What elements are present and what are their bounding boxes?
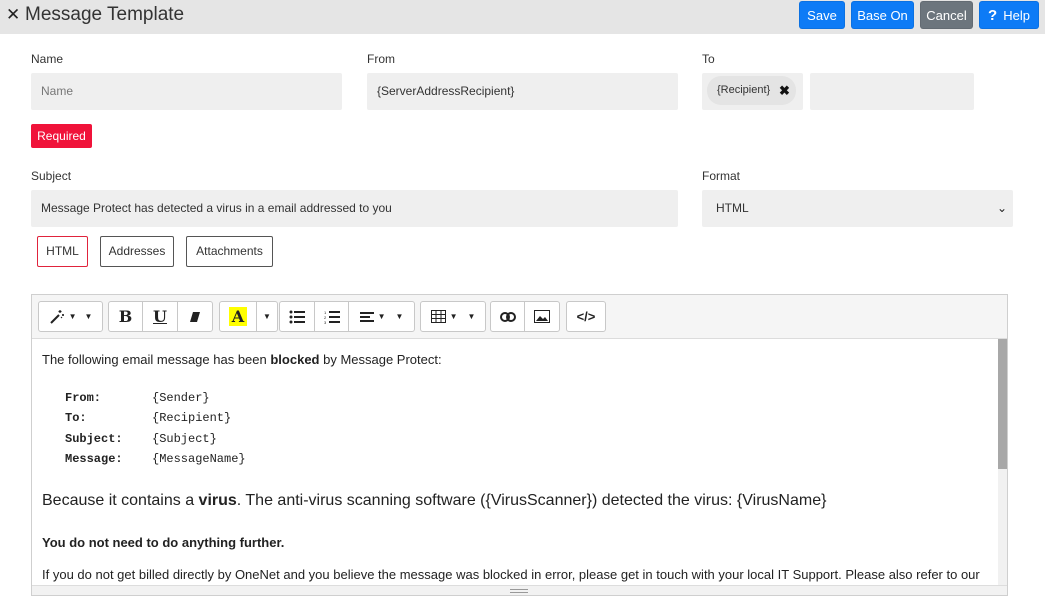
header-bar: ✕ Message Template Save Base On Cancel ?… [0,0,1045,34]
field-key: From: [65,391,102,405]
caret-down-icon: ▼ [84,312,93,321]
field-row-message: Message: {MessageName} [65,452,246,466]
code-view-icon: </> [576,309,596,324]
format-select-value: HTML [716,201,749,215]
font-color-icon: A [228,307,248,326]
caret-down-icon: ▼ [68,312,77,321]
virus-text-end: . The anti-virus scanning software ({Vir… [236,492,827,509]
help-label: Help [1003,8,1030,23]
intro-bold: blocked [270,352,320,367]
bold-icon: B [118,307,133,326]
field-key: Subject: [65,432,123,446]
image-icon [534,310,550,323]
field-row-from: From: {Sender} [65,391,210,405]
caret-down-icon: ▼ [377,312,386,321]
editor-resize-handle[interactable] [32,585,1007,595]
help-button[interactable]: ? Help [979,1,1039,29]
recipient-chip-label: {Recipient} [717,84,771,96]
link-icon [499,311,516,322]
align-button[interactable]: ▼ ▼ [349,302,414,331]
ordered-list-icon: 123 [324,310,340,324]
recipient-chip: {Recipient} ✖ [707,76,796,105]
help-icon: ? [988,7,998,24]
no-action-line: You do not need to do anything further. [42,535,285,550]
caret-down-icon: ▼ [395,312,404,321]
list-group: 123 ▼ ▼ [279,301,415,332]
style-group: ▼ ▼ [38,301,103,332]
virus-bold: virus [198,492,237,509]
table-group: ▼ ▼ [420,301,486,332]
scrollbar-thumb[interactable] [998,339,1007,469]
field-value: {Recipient} [152,411,232,425]
format-group: B U [108,301,213,332]
caret-down-icon: ▼ [467,312,476,321]
save-button[interactable]: Save [799,1,845,29]
intro-text-end: by Message Protect: [319,352,442,367]
field-value: {MessageName} [152,452,246,466]
magic-wand-button[interactable]: ▼ ▼ [39,302,102,331]
caret-down-icon: ▼ [263,312,271,321]
editor-content[interactable]: The following email message has been blo… [32,339,998,585]
cancel-button[interactable]: Cancel [920,1,973,29]
resize-grip-icon [510,589,528,593]
close-icon[interactable]: ✕ [6,6,20,24]
font-color-dropdown[interactable]: ▼ [257,302,277,331]
unordered-list-icon [289,310,305,323]
field-value: {Sender} [152,391,210,405]
unordered-list-button[interactable] [280,302,315,331]
field-key: To: [65,411,87,425]
underline-icon: U [153,307,167,326]
support-line: If you do not get billed directly by One… [42,567,980,582]
link-button[interactable] [491,302,525,331]
to-input[interactable] [810,73,974,110]
from-field[interactable]: {ServerAddressRecipient} [367,73,678,110]
color-group: A ▼ [219,301,278,332]
field-key: Message: [65,452,123,466]
insert-group [490,301,560,332]
ordered-list-button[interactable]: 123 [315,302,349,331]
image-button[interactable] [525,302,559,331]
required-badge: Required [31,124,92,148]
intro-text: The following email message has been [42,352,271,367]
base-on-button[interactable]: Base On [851,1,914,29]
font-color-button[interactable]: A [220,302,257,331]
field-value: {Subject} [152,432,217,446]
subject-field[interactable]: Message Protect has detected a virus in … [31,190,678,227]
format-label: Format [702,169,741,183]
tab-addresses[interactable]: Addresses [100,236,174,267]
editor-toolbar: ▼ ▼ B U A ▼ 123 ▼ ▼ ▼ ▼ </> [32,295,1007,339]
caret-down-icon: ▼ [449,312,458,321]
virus-text: Because it contains a [42,492,199,509]
magic-wand-icon [49,309,64,324]
table-icon [430,310,446,323]
underline-button[interactable]: U [143,302,178,331]
bold-button[interactable]: B [109,302,143,331]
rich-text-editor: ▼ ▼ B U A ▼ 123 ▼ ▼ ▼ ▼ </> The followin… [31,294,1008,596]
virus-line: Because it contains a virus. The anti-vi… [42,492,826,510]
svg-text:3: 3 [324,320,327,324]
name-field[interactable]: Name [31,73,342,110]
format-select[interactable]: HTML ⌄ [702,190,1013,227]
table-button[interactable]: ▼ ▼ [421,302,485,331]
eraser-icon [190,311,200,322]
eraser-button[interactable] [178,302,212,331]
align-icon [359,311,374,322]
code-group: </> [566,301,606,332]
tab-attachments[interactable]: Attachments [186,236,273,267]
chevron-down-icon: ⌄ [996,201,1007,215]
to-label: To [702,52,715,66]
name-label: Name [31,52,64,66]
code-view-button[interactable]: </> [567,302,605,331]
from-label: From [367,52,395,66]
intro-line: The following email message has been blo… [42,352,442,367]
editor-scrollbar[interactable] [998,339,1007,585]
field-row-subject: Subject: {Subject} [65,432,217,446]
subject-label: Subject [31,169,72,183]
field-row-to: To: {Recipient} [65,411,231,425]
remove-chip-icon[interactable]: ✖ [779,76,790,105]
page-title: Message Template [25,4,185,25]
tab-html[interactable]: HTML [37,236,88,267]
